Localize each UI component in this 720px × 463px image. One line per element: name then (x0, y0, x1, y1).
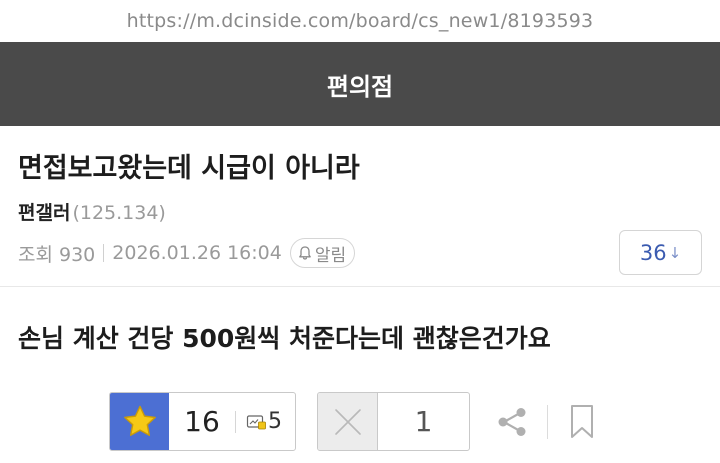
not-recommend-count: 1 (414, 405, 433, 438)
x-button[interactable] (318, 393, 378, 450)
comment-arrow: ↓ (668, 243, 682, 262)
share-icon (498, 408, 526, 436)
recommend-button[interactable]: 16 5 (109, 392, 296, 451)
url-bar[interactable]: https://m.dcinside.com/board/cs_new1/819… (0, 0, 720, 42)
star-button[interactable] (110, 393, 169, 450)
not-recommend-button[interactable]: 1 (317, 392, 470, 451)
content-divider (0, 286, 720, 287)
meta-divider (103, 244, 105, 262)
fixed-recommend: 5 (235, 393, 282, 450)
x-icon (334, 408, 361, 435)
author-info: 편갤러 (125.134) (18, 198, 166, 225)
fixed-recommend-count: 5 (268, 409, 282, 434)
post-date: 2026.01.26 16:04 (112, 242, 282, 264)
gallery-header: 편의점 (0, 42, 720, 126)
comment-count-button[interactable]: 36 ↓ (619, 230, 702, 275)
comment-count: 36 (639, 240, 667, 265)
gallery-title[interactable]: 편의점 (327, 67, 393, 102)
post-body: 손님 계산 건당 500원씩 처준다는데 괜찮은건가요 (18, 324, 551, 353)
author-ip: (125.134) (72, 202, 166, 224)
bookmark-icon (571, 405, 593, 438)
alarm-label: 알림 (314, 245, 347, 266)
alarm-button[interactable]: 알림 (289, 238, 356, 268)
author-name[interactable]: 편갤러 (18, 198, 70, 225)
bookmark-button[interactable] (564, 402, 600, 442)
post-meta: 조회 930 2026.01.26 16:04 알림 (18, 238, 356, 268)
post-title: 면접보고왔는데 시급이 아니라 (18, 153, 360, 184)
url-text: https://m.dcinside.com/board/cs_new1/819… (126, 10, 594, 32)
bell-icon (299, 246, 311, 260)
view-count: 조회 930 (18, 243, 96, 266)
fix-divider (235, 410, 236, 433)
recommend-count: 16 (184, 405, 220, 438)
share-button[interactable] (492, 402, 532, 442)
fixed-recommend-icon (246, 414, 266, 429)
star-icon (123, 405, 156, 436)
action-divider (547, 405, 548, 439)
